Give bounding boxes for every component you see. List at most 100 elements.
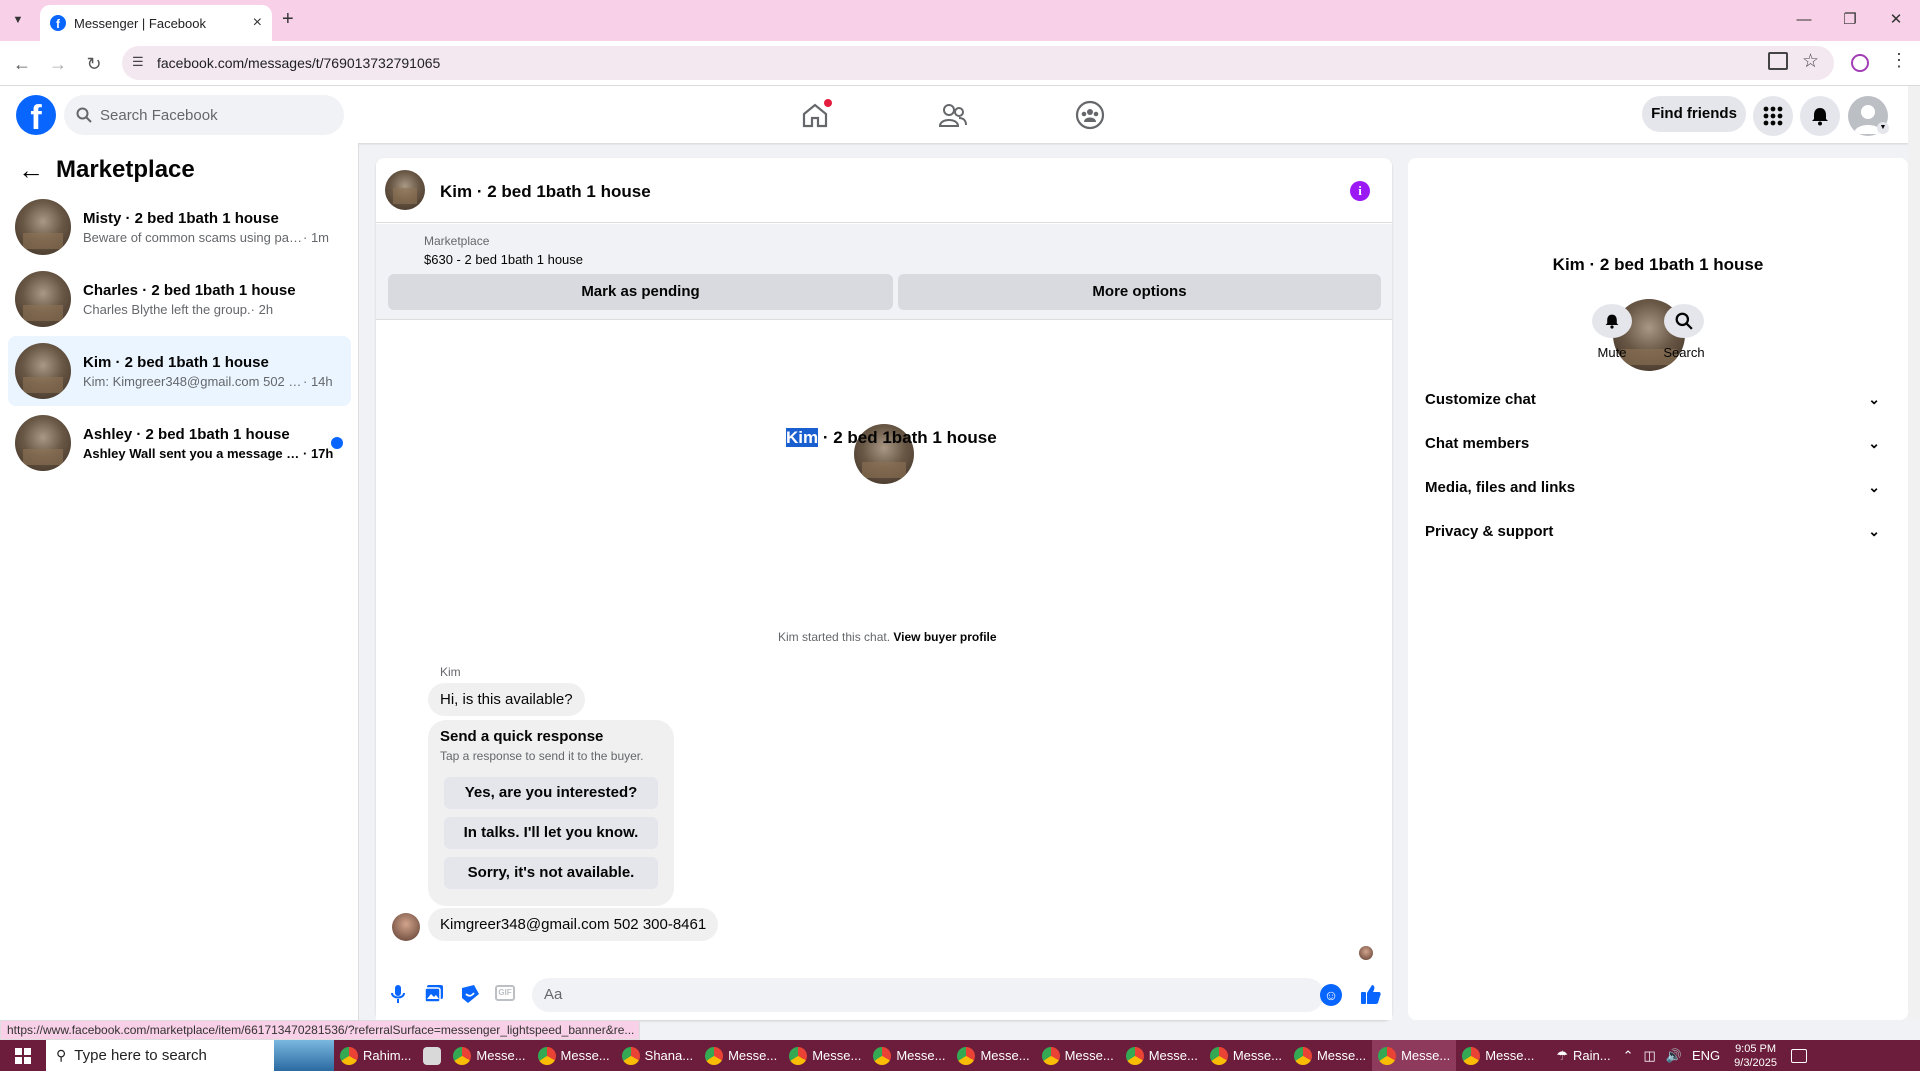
chrome-menu-icon[interactable]: ⋮ <box>1890 50 1908 71</box>
section-label: Chat members <box>1425 435 1530 452</box>
conversation-item[interactable]: Misty · 2 bed 1bath 1 house Beware of co… <box>8 192 351 262</box>
conversation-info-icon[interactable]: i <box>1350 181 1370 201</box>
new-tab-button[interactable]: + <box>282 8 294 31</box>
sender-name: Kim <box>440 665 461 679</box>
menu-grid-icon[interactable] <box>1753 96 1793 136</box>
quick-reply-button[interactable]: Sorry, it's not available. <box>444 857 658 889</box>
privacy-support-section[interactable]: Privacy & support ⌄ <box>1425 523 1880 540</box>
find-friends-button[interactable]: Find friends <box>1642 96 1746 132</box>
browser-tab[interactable]: f Messenger | Facebook × <box>40 5 272 41</box>
chevron-up-icon: ⌃ <box>1622 1047 1634 1063</box>
close-window-icon[interactable]: ✕ <box>1886 10 1906 30</box>
search-icon <box>76 107 92 123</box>
microphone-icon[interactable] <box>390 984 406 1007</box>
notifications-bell-icon[interactable] <box>1800 96 1840 136</box>
taskbar-app-label: Messe... <box>1401 1048 1451 1063</box>
weather-widget[interactable]: ☂ Rain... <box>1550 1040 1616 1071</box>
taskbar-app[interactable]: Messe... <box>699 1040 783 1071</box>
network-icon: ◫ <box>1643 1047 1656 1063</box>
more-options-button[interactable]: More options <box>898 274 1381 310</box>
clock-time: 9:05 PM <box>1735 1042 1777 1055</box>
mark-as-pending-button[interactable]: Mark as pending <box>388 274 893 310</box>
chat-header-avatar[interactable] <box>385 170 425 210</box>
windows-start-icon[interactable] <box>0 1040 46 1071</box>
facebook-logo[interactable]: f <box>16 95 56 137</box>
page-scrollbar[interactable] <box>1908 86 1920 1020</box>
chat-started-note: Kim started this chat. View buyer profil… <box>778 630 997 644</box>
conversation-item-unread[interactable]: Ashley · 2 bed 1bath 1 house Ashley Wall… <box>8 408 351 478</box>
read-receipt-avatar <box>1359 946 1373 960</box>
taskbar-app[interactable]: Messe... <box>1036 1040 1120 1071</box>
facebook-favicon-icon: f <box>50 15 66 31</box>
taskbar-app[interactable] <box>417 1040 447 1071</box>
chrome-icon <box>453 1046 472 1065</box>
sender-avatar[interactable] <box>392 913 420 941</box>
taskbar-app[interactable]: Messe... <box>1120 1040 1204 1071</box>
tab-title: Messenger | Facebook <box>74 15 206 31</box>
install-app-icon[interactable] <box>1768 52 1788 70</box>
message-bubble[interactable]: Kimgreer348@gmail.com 502 300-8461 <box>428 908 719 941</box>
taskbar-app[interactable]: Rahim... <box>334 1040 417 1071</box>
conversation-preview: Ashley Wall sent you a message a... <box>83 445 303 461</box>
quick-response-subtitle: Tap a response to send it to the buyer. <box>440 749 644 763</box>
emoji-icon[interactable]: ☺ <box>1320 984 1342 1006</box>
site-info-icon[interactable]: ☰ <box>132 54 144 70</box>
reload-icon[interactable]: ↻ <box>82 52 106 76</box>
conversation-item-active[interactable]: Kim · 2 bed 1bath 1 house Kim: Kimgreer3… <box>8 336 351 406</box>
taskbar-app[interactable]: Messe... <box>447 1040 531 1071</box>
media-files-links-section[interactable]: Media, files and links ⌄ <box>1425 479 1880 496</box>
sticker-icon[interactable] <box>460 984 480 1007</box>
facebook-search-input[interactable]: Search Facebook <box>64 95 344 135</box>
chat-members-section[interactable]: Chat members ⌄ <box>1425 435 1880 452</box>
taskbar-app[interactable]: Messe... <box>532 1040 616 1071</box>
taskbar-app[interactable]: Messe... <box>1456 1040 1540 1071</box>
language-indicator: ENG <box>1691 1048 1721 1063</box>
forward-icon[interactable]: → <box>46 52 70 76</box>
clock[interactable]: 9:05 PM 9/3/2025 <box>1734 1042 1777 1070</box>
notification-center-icon[interactable] <box>1790 1048 1807 1063</box>
quick-reply-button[interactable]: In talks. I'll let you know. <box>444 817 658 849</box>
taskbar-app[interactable]: Shana... <box>616 1040 699 1071</box>
chat-header-title[interactable]: Kim · 2 bed 1bath 1 house <box>440 182 651 202</box>
quick-reply-button[interactable]: Yes, are you interested? <box>444 777 658 809</box>
view-buyer-profile-link[interactable]: View buyer profile <box>893 630 996 644</box>
taskbar-app[interactable]: Messe... <box>783 1040 867 1071</box>
chevron-down-icon: ⌄ <box>1868 523 1880 539</box>
system-tray[interactable]: ⌃ ◫ 🔊 ENG <box>1617 1040 1727 1071</box>
profile-icon[interactable] <box>1851 54 1869 72</box>
tab-search-dropdown-icon[interactable]: ▼ <box>8 10 28 30</box>
chrome-icon <box>873 1046 892 1065</box>
gif-icon[interactable]: GIF <box>495 985 515 1001</box>
chrome-icon <box>537 1046 556 1065</box>
message-bubble[interactable]: Hi, is this available? <box>428 683 585 716</box>
taskbar-app[interactable]: Messe... <box>951 1040 1035 1071</box>
chrome-icon <box>1041 1046 1060 1065</box>
taskbar-app[interactable]: Messe... <box>1204 1040 1288 1071</box>
customize-chat-section[interactable]: Customize chat ⌄ <box>1425 391 1880 408</box>
taskbar-app-active[interactable]: Messe... <box>1372 1040 1457 1071</box>
photo-icon[interactable] <box>424 984 444 1007</box>
groups-nav-icon[interactable] <box>1070 97 1110 133</box>
back-icon[interactable]: ← <box>10 52 34 76</box>
taskbar-app[interactable]: Messe... <box>1288 1040 1372 1071</box>
restore-icon[interactable]: ❐ <box>1840 10 1860 30</box>
mute-button[interactable] <box>1592 304 1632 338</box>
taskbar-app[interactable]: Messe... <box>867 1040 951 1071</box>
volume-icon: 🔊 <box>1665 1047 1682 1063</box>
bookmark-star-icon[interactable]: ☆ <box>1802 50 1819 73</box>
taskbar-search[interactable]: ⚲ Type here to search <box>46 1040 274 1071</box>
chrome-icon <box>1293 1046 1312 1065</box>
message-input[interactable]: Aa <box>532 978 1324 1012</box>
address-bar[interactable]: ☰ facebook.com/messages/t/76901373279106… <box>122 46 1834 80</box>
back-arrow-icon[interactable]: ← <box>18 156 44 184</box>
search-button[interactable] <box>1664 304 1704 338</box>
city-widget-icon[interactable] <box>274 1040 334 1071</box>
friends-nav-icon[interactable] <box>933 97 973 133</box>
conversation-item[interactable]: Charles · 2 bed 1bath 1 house Charles Bl… <box>8 264 351 334</box>
account-chevron-icon[interactable]: ▼ <box>1877 122 1889 134</box>
minimize-icon[interactable]: — <box>1794 10 1814 30</box>
like-thumb-icon[interactable] <box>1360 983 1382 1008</box>
close-tab-icon[interactable]: × <box>253 14 262 32</box>
home-nav-icon[interactable] <box>795 97 835 133</box>
listing-price[interactable]: $630 - 2 bed 1bath 1 house <box>424 252 583 267</box>
